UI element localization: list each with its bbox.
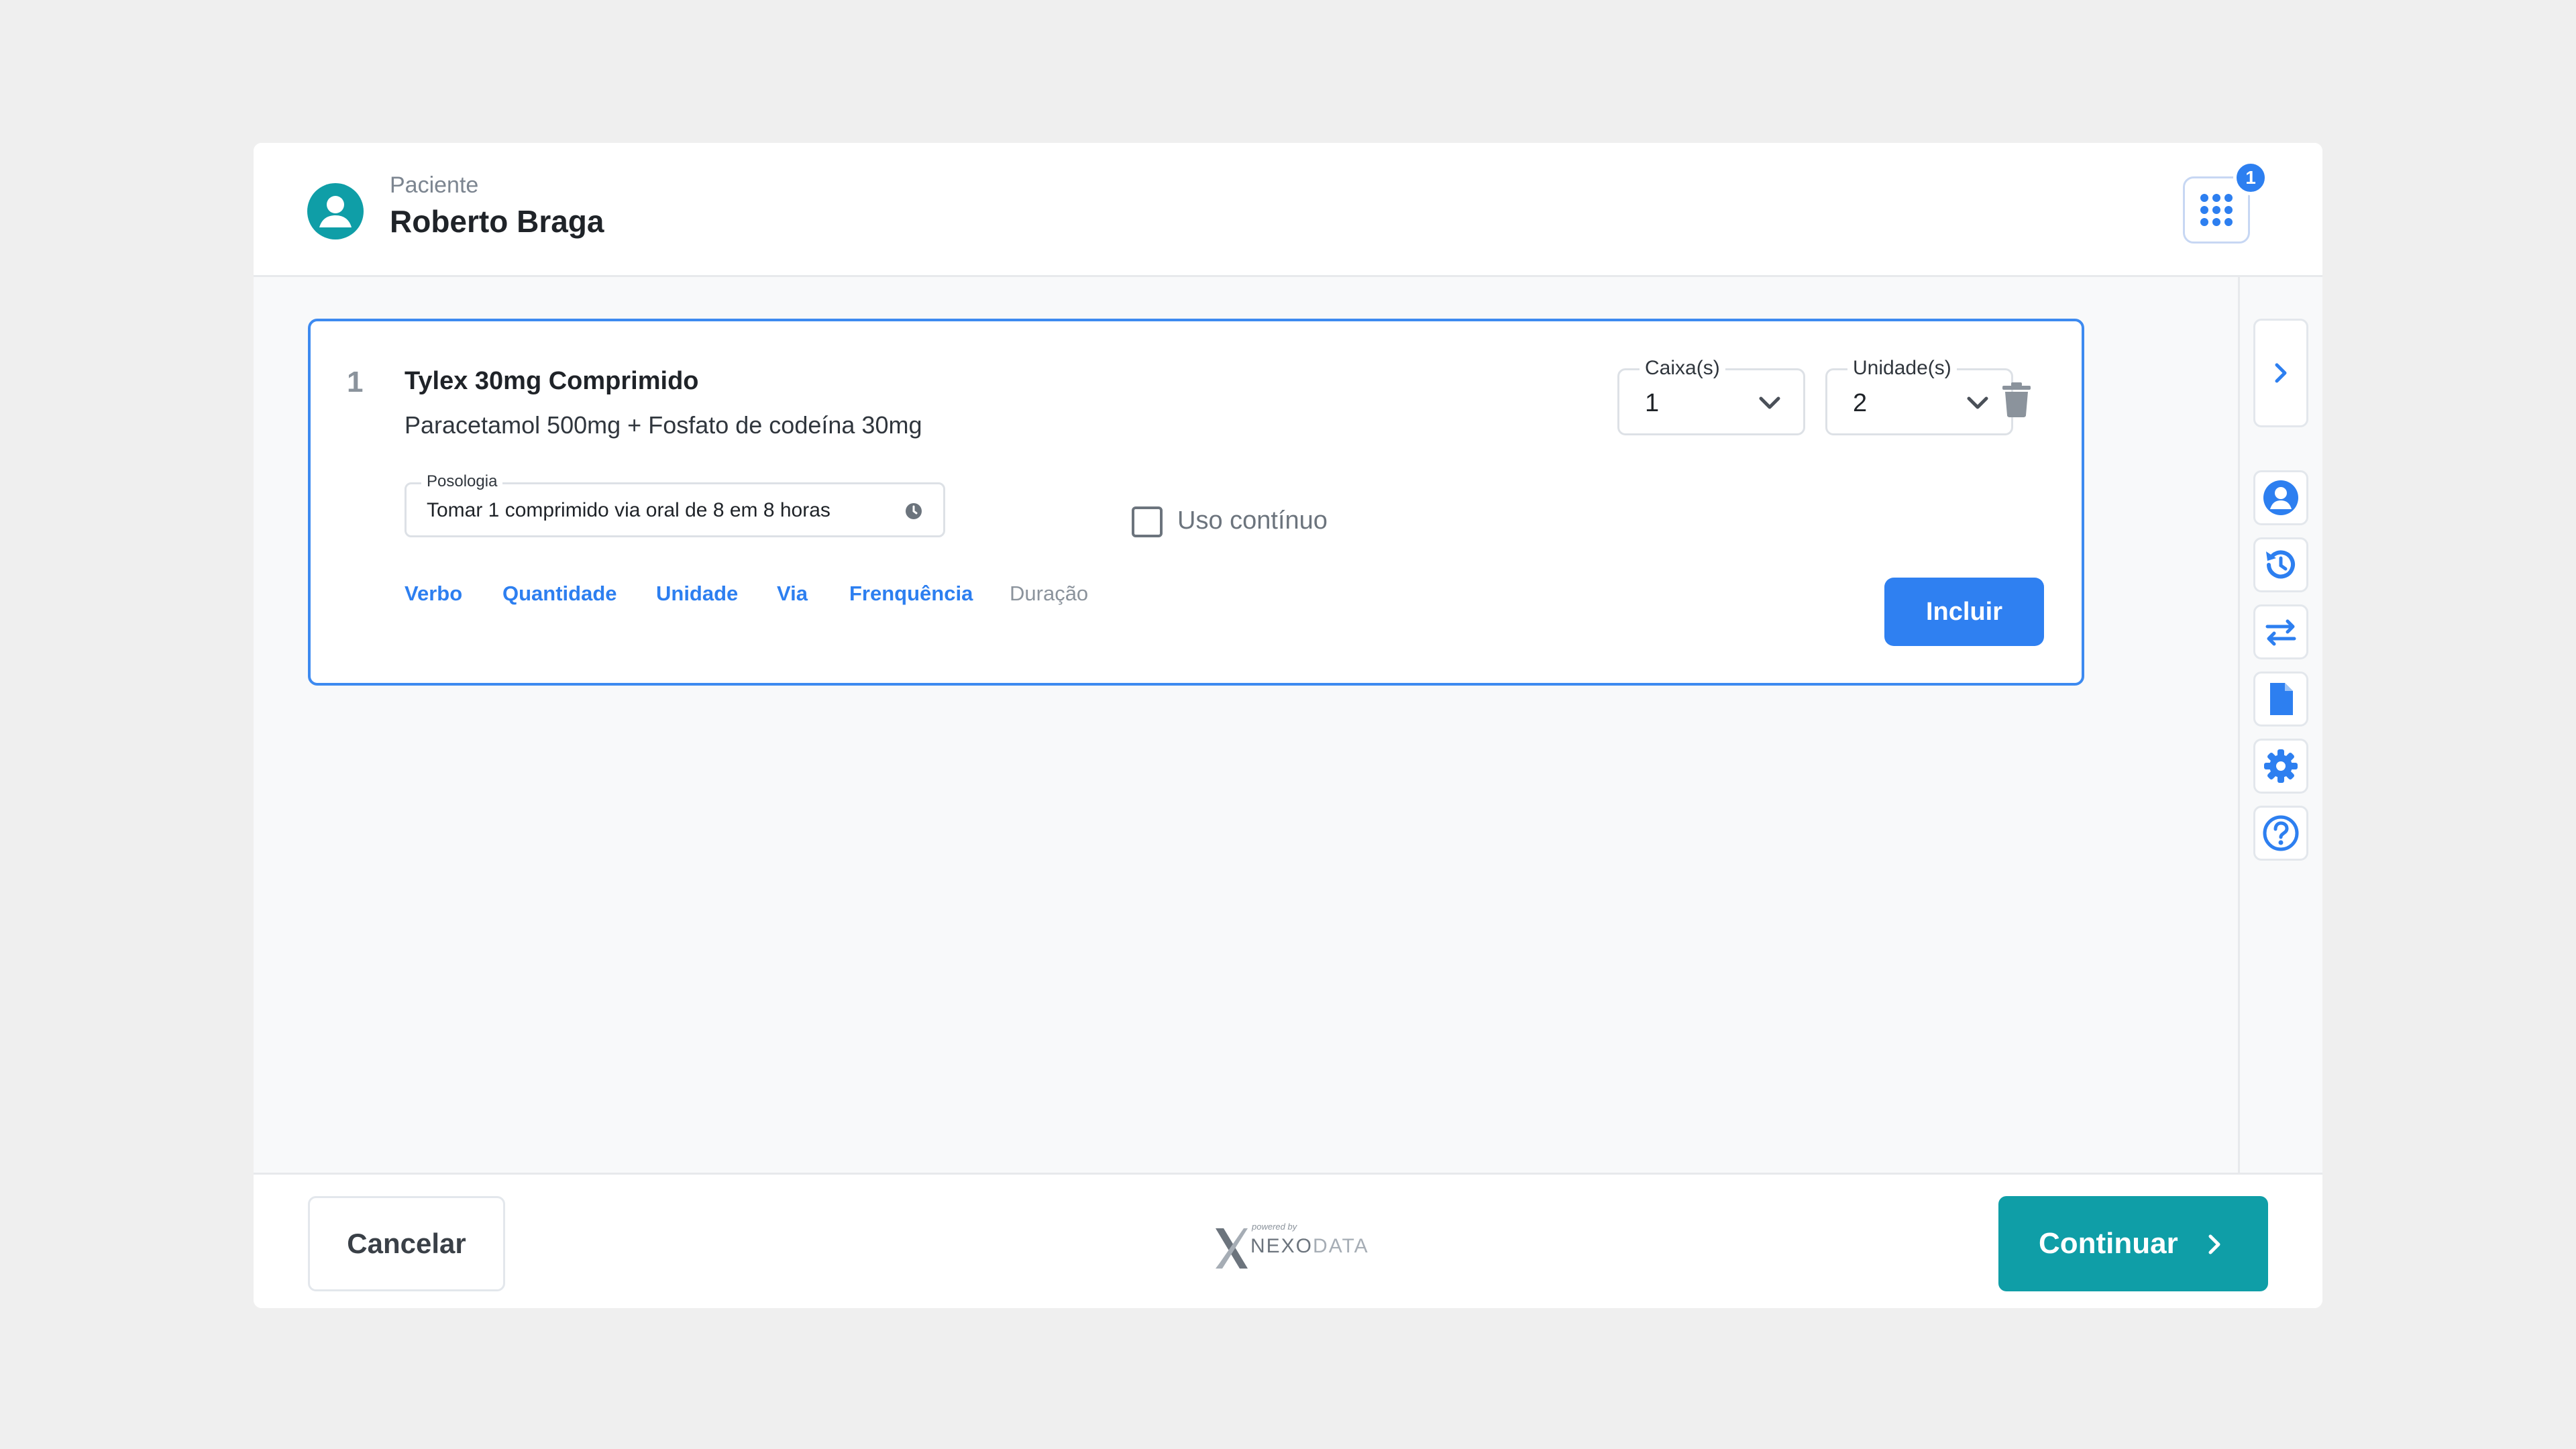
boxes-label: Caixa(s) [1640, 357, 1725, 380]
patient-label: Paciente [390, 172, 479, 198]
chevron-down-icon [1759, 396, 1780, 409]
chip-frequencia[interactable]: Frenquência [849, 582, 973, 606]
sidebar-patient-button[interactable] [2253, 470, 2308, 525]
document-icon [2270, 683, 2293, 715]
medication-card: 1 Tylex 30mg Comprimido Paracetamol 500m… [308, 319, 2084, 686]
user-icon [2263, 480, 2298, 515]
medication-name: Tylex 30mg Comprimido [405, 367, 699, 395]
sidebar-document-button[interactable] [2253, 672, 2308, 727]
posologia-value: Tomar 1 comprimido via oral de 8 em 8 ho… [427, 499, 830, 521]
continue-button[interactable]: Continuar [1998, 1196, 2268, 1291]
apps-badge: 1 [2233, 160, 2268, 195]
history-icon [2266, 550, 2295, 579]
swap-icon [2265, 619, 2296, 646]
nexodata-logo: powered by NEXODATA [1213, 1222, 1368, 1275]
footer: Cancelar powered by NEXODATA Continuar [254, 1173, 2322, 1308]
chip-unidade[interactable]: Unidade [656, 582, 738, 606]
gear-icon [2264, 749, 2298, 783]
cancel-button[interactable]: Cancelar [308, 1196, 505, 1291]
chip-quantidade[interactable]: Quantidade [502, 582, 617, 606]
prescription-modal: Paciente Roberto Braga 1 1 Tylex 30mg Co… [254, 143, 2322, 1308]
patient-avatar-icon [307, 183, 364, 239]
units-label: Unidade(s) [1847, 357, 1957, 380]
sidebar-settings-button[interactable] [2253, 739, 2308, 794]
brand-wordmark: NEXODATA [1250, 1235, 1369, 1257]
posologia-field[interactable]: Posologia Tomar 1 comprimido via oral de… [405, 472, 945, 537]
units-select[interactable]: Unidade(s) 2 [1825, 357, 2013, 435]
patient-name: Roberto Braga [390, 204, 604, 239]
apps-grid-icon [2200, 194, 2233, 226]
powered-by-text: powered by [1252, 1222, 1297, 1232]
nexodata-x-logo-icon [1216, 1228, 1248, 1269]
right-sidebar [2238, 277, 2322, 1173]
sidebar-history-button[interactable] [2253, 537, 2308, 592]
chevron-right-icon [2275, 363, 2287, 383]
content-area: 1 Tylex 30mg Comprimido Paracetamol 500m… [254, 277, 2238, 1173]
posologia-label: Posologia [421, 472, 503, 491]
chip-duracao[interactable]: Duração [1010, 582, 1088, 606]
chevron-right-icon [2208, 1234, 2220, 1254]
sidebar-swap-button[interactable] [2253, 604, 2308, 659]
boxes-value: 1 [1645, 389, 1660, 417]
help-icon [2263, 815, 2299, 851]
boxes-select[interactable]: Caixa(s) 1 [1617, 357, 1805, 435]
sidebar-help-button[interactable] [2253, 806, 2308, 861]
continuous-use-label[interactable]: Uso contínuo [1177, 506, 1328, 535]
clock-icon [906, 503, 922, 519]
chip-verbo[interactable]: Verbo [405, 582, 462, 606]
chevron-down-icon [1967, 396, 1988, 409]
continuous-use-checkbox[interactable] [1132, 506, 1163, 537]
units-value: 2 [1853, 389, 1868, 417]
sidebar-toggle-button[interactable] [2253, 319, 2308, 427]
medication-composition: Paracetamol 500mg + Fosfato de codeína 3… [405, 411, 922, 439]
header: Paciente Roberto Braga 1 [254, 143, 2322, 277]
trash-icon[interactable] [2001, 382, 2032, 418]
medication-index: 1 [347, 366, 364, 398]
chip-via[interactable]: Via [777, 582, 808, 606]
include-button[interactable]: Incluir [1884, 578, 2044, 646]
continue-label: Continuar [2039, 1227, 2178, 1260]
